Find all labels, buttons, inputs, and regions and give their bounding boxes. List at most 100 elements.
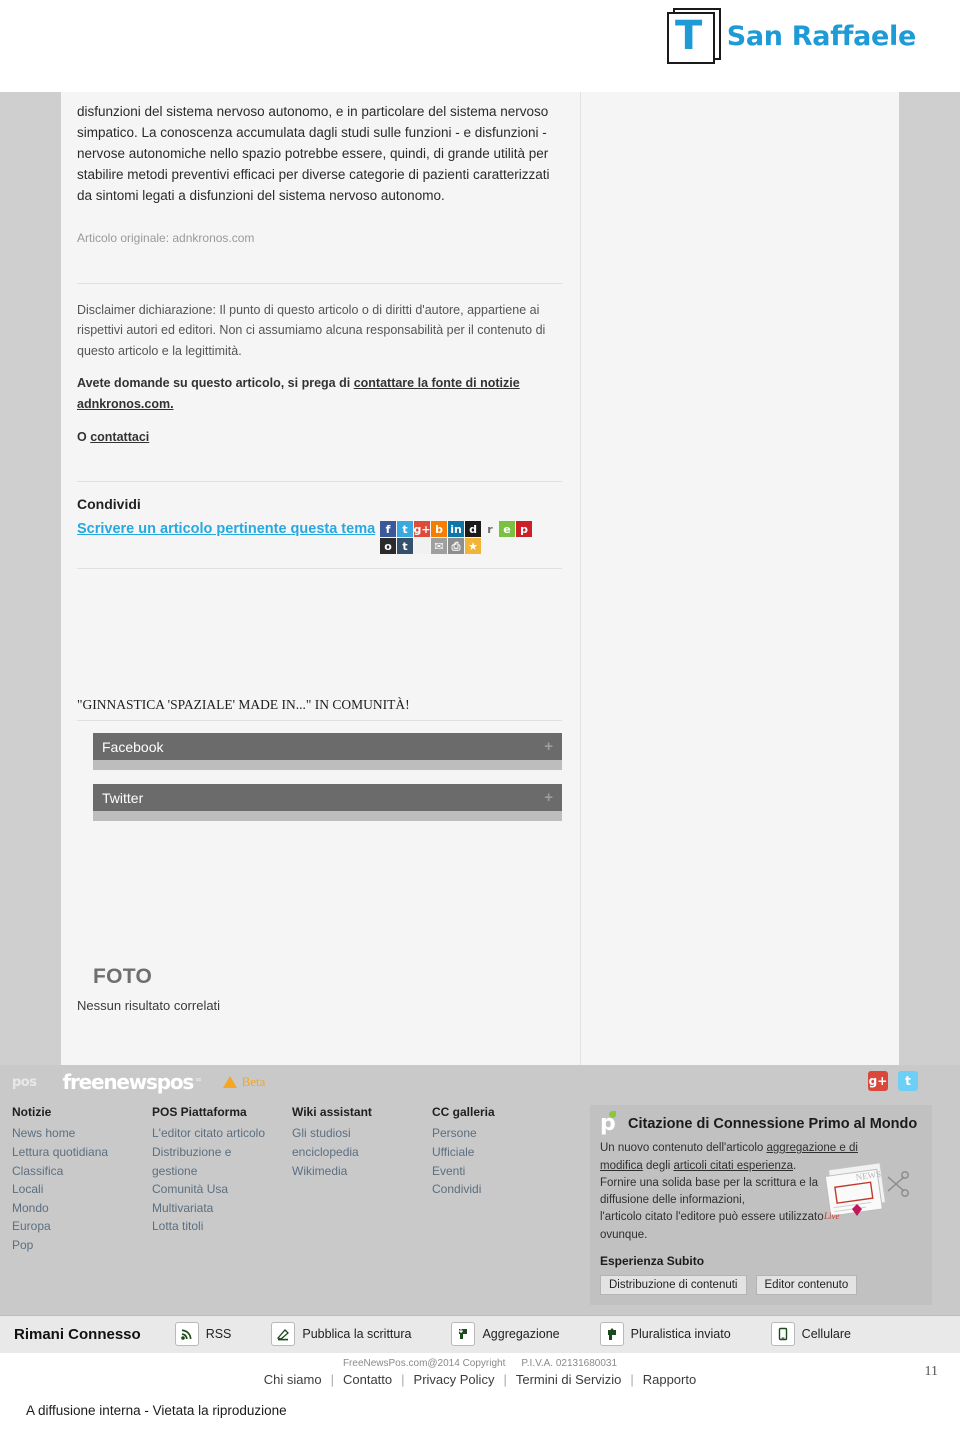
write-related-article-link[interactable]: Scrivere un articolo pertinente questa t… [77, 521, 375, 537]
copyright-line: FreeNewsPos.com@2014 Copyright P.I.V.A. 0… [0, 1358, 960, 1369]
facebook-icon[interactable]: f [380, 521, 396, 538]
footer-link[interactable]: Condividi [432, 1180, 572, 1199]
footer-column-heading: Notizie [12, 1105, 52, 1120]
mobile-item[interactable]: Cellulare [770, 1322, 852, 1347]
share-block: Condividi Scrivere un articolo pertinent… [77, 482, 562, 568]
spacer-after-foto [77, 1013, 562, 1065]
footer-column-cc-galleria: CC galleria Persone Ufficiale Eventi Con… [432, 1105, 572, 1305]
publish-item[interactable]: Pubblica la scrittura [271, 1322, 412, 1347]
pinterest-icon[interactable]: p [516, 521, 532, 538]
footer-link[interactable]: Wikimedia [292, 1162, 432, 1181]
privacy-policy-link[interactable]: Privacy Policy [414, 1372, 495, 1387]
framed-t-logo-icon: T [666, 8, 721, 64]
aggregate-item[interactable]: Aggregazione [451, 1322, 560, 1347]
pos-leaf-logo-icon: p [600, 1111, 620, 1135]
twitter-icon[interactable]: t [397, 521, 413, 538]
stay-connected-bar: Rimani Connesso RSS Pubblica la scrittur… [0, 1314, 960, 1353]
twitter-icon[interactable]: t [898, 1071, 918, 1092]
footer-column-heading: Wiki assistant [292, 1105, 372, 1120]
promo-subtitle: Esperienza Subito [600, 1253, 705, 1268]
disclaimer-questions-prefix: Avete domande su questo articolo, si pre… [77, 376, 354, 391]
pluralistic-item[interactable]: Pluralistica inviato [599, 1322, 731, 1347]
footer-link[interactable]: Gli studiosi [292, 1124, 432, 1143]
promo-line1b: degli [642, 1159, 674, 1172]
footer-brand-bar: pos freenewspos ∞ Beta g+ t [0, 1065, 960, 1099]
twitter-widget-bar[interactable]: Twitter + [93, 784, 562, 812]
disclaimer-paragraph: Disclaimer dichiarazione: Il punto di qu… [77, 302, 546, 358]
expand-plus-icon[interactable]: + [544, 790, 553, 805]
footer-link[interactable]: Distribuzione e [152, 1143, 292, 1162]
footer-link[interactable]: Comunità Usa [152, 1180, 292, 1199]
twitter-widget[interactable]: Twitter + [93, 784, 562, 822]
social-share-icon-grid[interactable]: f t g+ b in d r e p o t ✉ ⎙ ★ [380, 521, 532, 555]
evernote-icon[interactable]: e [499, 521, 515, 538]
google-plus-icon[interactable]: g+ [413, 521, 431, 538]
copyright-text: FreeNewsPos.com@2014 Copyright [342, 1357, 506, 1369]
page-content: disfunzioni del sistema nervoso autonomo… [61, 92, 899, 1066]
site-footer: pos freenewspos ∞ Beta g+ t Notizie News … [0, 1065, 960, 1395]
facebook-widget[interactable]: Facebook + [93, 733, 562, 771]
linkedin-icon[interactable]: in [448, 521, 464, 538]
facebook-widget-bar[interactable]: Facebook + [93, 733, 562, 761]
footer-link[interactable]: gestione [152, 1162, 292, 1181]
google-plus-icon[interactable]: g+ [868, 1071, 888, 1092]
distribuzione-contenuti-button[interactable]: Distribuzione di contenuti [600, 1274, 747, 1295]
footer-link[interactable]: Mondo [12, 1199, 152, 1218]
brand-name: San Raffaele [726, 20, 917, 52]
footer-link[interactable]: Pop [12, 1236, 152, 1255]
editor-contenuto-button[interactable]: Editor contenuto [755, 1274, 858, 1295]
share-title: Condividi [77, 496, 141, 513]
footer-link[interactable]: Persone [432, 1124, 572, 1143]
rss-item[interactable]: RSS [174, 1322, 231, 1347]
footer-link[interactable]: Lotta titoli [152, 1217, 292, 1236]
warning-triangle-icon [222, 1076, 237, 1089]
instapaper-icon[interactable]: o [380, 538, 396, 555]
footer-link[interactable]: Classifica [12, 1162, 152, 1181]
digg-icon[interactable]: d [465, 521, 481, 538]
rss-icon [174, 1322, 199, 1347]
main-column: disfunzioni del sistema nervoso autonomo… [61, 92, 581, 1066]
termini-servizio-link[interactable]: Termini di Servizio [516, 1372, 621, 1387]
promo-link-articoli[interactable]: articoli citati esperienza [674, 1160, 794, 1172]
tumblr-icon[interactable]: t [397, 538, 413, 555]
document-footnote: A diffusione interna - Vietata la riprod… [26, 1403, 287, 1418]
rapporto-link[interactable]: Rapporto [643, 1372, 696, 1387]
favorite-icon[interactable]: ★ [465, 538, 481, 555]
expand-plus-icon[interactable]: + [544, 739, 553, 754]
contatto-link[interactable]: Contatto [343, 1372, 392, 1387]
disclaimer-contact: O contattaci [77, 427, 562, 448]
footer-link[interactable]: News home [12, 1124, 152, 1143]
footer-link[interactable]: enciclopedia [292, 1143, 432, 1162]
footer-link[interactable]: L'editor citato articolo [152, 1124, 292, 1143]
spacer-before-community [77, 569, 562, 697]
footer-link[interactable]: Eventi [432, 1162, 572, 1181]
blogger-icon[interactable]: b [431, 521, 447, 538]
footer-social-buttons[interactable]: g+ t [868, 1071, 918, 1092]
email-icon[interactable]: ✉ [431, 538, 447, 555]
disclaimer-block: Disclaimer dichiarazione: Il punto di qu… [77, 284, 562, 452]
footer-link[interactable]: Multivariata [152, 1199, 292, 1218]
footer-link[interactable]: Ufficiale [432, 1143, 572, 1162]
aggregate-icon [451, 1322, 476, 1347]
delicious-icon[interactable] [414, 538, 430, 555]
footer-link[interactable]: Locali [12, 1180, 152, 1199]
community-title: "GINNASTICA 'SPAZIALE' MADE IN..." IN CO… [77, 697, 410, 713]
phone-icon [770, 1322, 795, 1347]
contact-us-link[interactable]: contattaci [90, 430, 149, 444]
article-source: Articolo originale: adnkronos.com [77, 230, 255, 245]
promo-header: p Citazione di Connessione Primo al Mond… [600, 1111, 920, 1135]
promo-line5: l'articolo citato l'editore può essere u… [600, 1211, 824, 1224]
footer-link[interactable]: Lettura quotidiana [12, 1143, 152, 1162]
mobile-label: Cellulare [801, 1327, 852, 1342]
document-header: T San Raffaele [0, 0, 960, 92]
footer-link[interactable]: Europa [12, 1217, 152, 1236]
footer-column-heading: POS Piattaforma [152, 1105, 247, 1120]
logo-letter: T [675, 13, 703, 59]
publish-label: Pubblica la scrittura [302, 1327, 412, 1342]
reddit-icon[interactable]: r [482, 521, 498, 538]
footer-column-wiki-assistant: Wiki assistant Gli studiosi enciclopedia… [292, 1105, 432, 1305]
printer-icon[interactable]: ⎙ [448, 538, 464, 555]
chi-siamo-link[interactable]: Chi siamo [264, 1372, 322, 1387]
foto-empty-text: Nessun risultato correlati [77, 998, 221, 1014]
community-widget-stack: Facebook + Twitter + [77, 721, 562, 822]
